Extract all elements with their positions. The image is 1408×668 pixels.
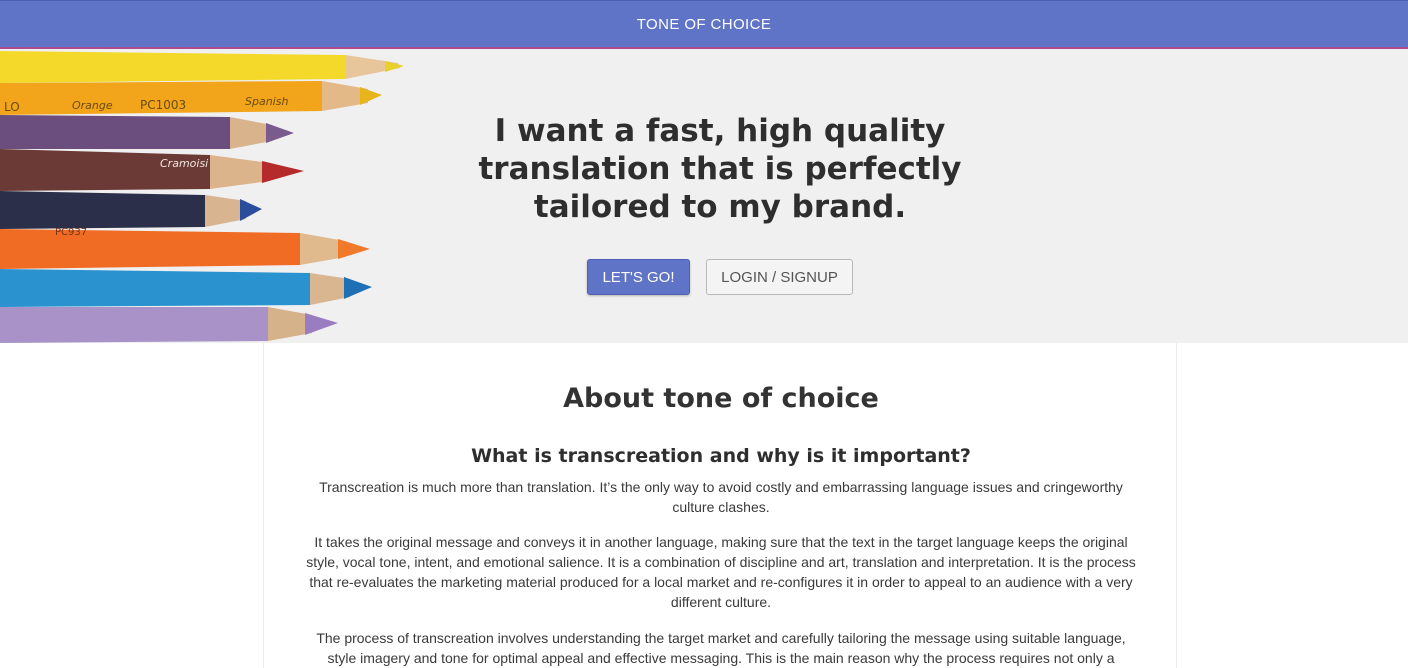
hero-section: LO Orange PC1003 Spanish Cramoisi PC937 … [0, 49, 1408, 343]
svg-text:Orange: Orange [72, 99, 113, 112]
pencil-yellow [0, 51, 404, 83]
lets-go-button[interactable]: LET'S GO! [587, 259, 690, 295]
svg-text:LO: LO [4, 100, 20, 114]
headline-line: translation that is perfectly [478, 151, 962, 187]
hero-headline: I want a fast, high quality translation … [440, 112, 1000, 226]
pencil-orange-yellow: LO Orange PC1003 Spanish [0, 81, 382, 115]
headline-line: tailored to my brand. [533, 189, 907, 225]
pencil-orange: PC937 [0, 227, 370, 269]
about-paragraph: Transcreation is much more than translat… [319, 479, 1123, 515]
pencil-purple [0, 115, 294, 149]
about-title: About tone of choice [563, 383, 879, 414]
svg-text:Spanish: Spanish [245, 95, 288, 108]
top-navbar: TONE OF CHOICE [0, 0, 1408, 49]
pencil-lavender [0, 307, 338, 343]
svg-text:Cramoisi: Cramoisi [160, 157, 208, 170]
about-paragraph: It takes the original message and convey… [306, 534, 1136, 610]
about-paragraph: The process of transcreation involves un… [316, 630, 1126, 666]
colored-pencils-image: LO Orange PC1003 Spanish Cramoisi PC937 [0, 51, 404, 343]
login-signup-button[interactable]: LOGIN / SIGNUP [706, 259, 853, 295]
about-section: About tone of choice What is transcreati… [263, 343, 1177, 668]
pencil-navy [0, 191, 262, 229]
svg-text:PC1003: PC1003 [140, 98, 186, 112]
brand-link[interactable]: TONE OF CHOICE [637, 16, 772, 33]
pencil-dark-red: Cramoisi [0, 149, 304, 191]
pencil-blue [0, 269, 372, 307]
svg-text:PC937: PC937 [55, 227, 87, 238]
about-subtitle: What is transcreation and why is it impo… [471, 445, 971, 467]
headline-line: I want a fast, high quality [494, 113, 946, 149]
